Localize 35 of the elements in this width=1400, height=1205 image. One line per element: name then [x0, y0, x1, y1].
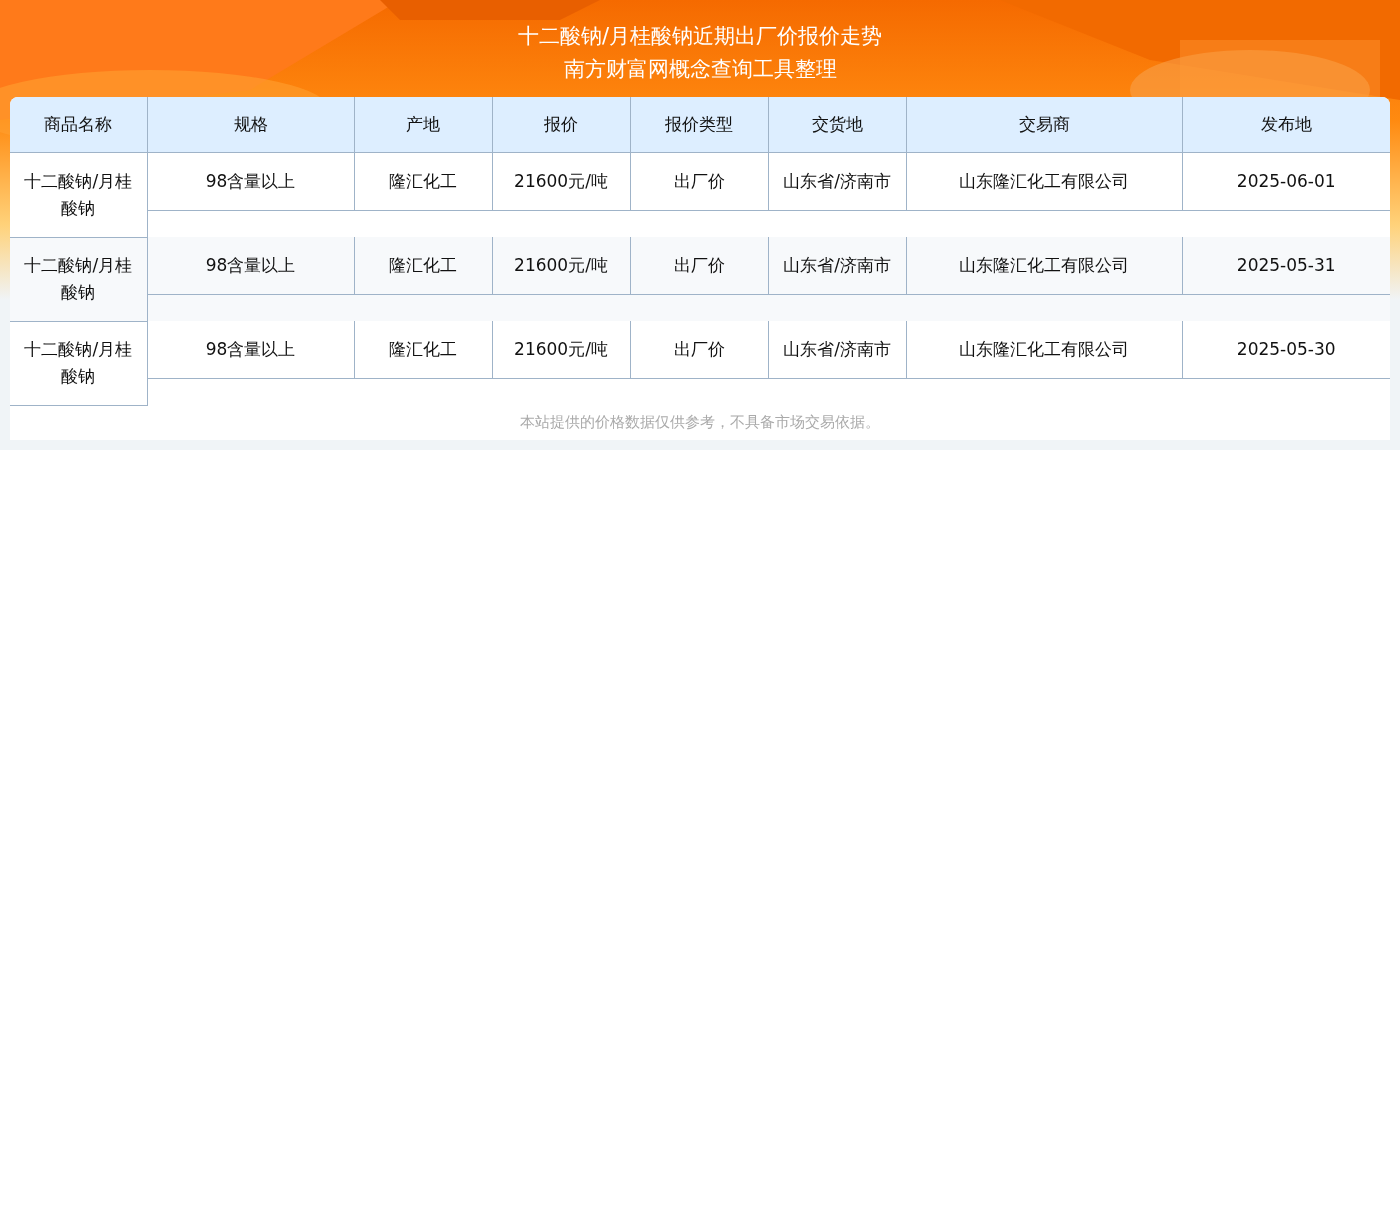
table-cell: 隆汇化工 [354, 237, 492, 295]
page-title: 十二酸钠/月桂酸钠近期出厂价报价走势 [517, 23, 883, 50]
column-header: 交易商 [906, 97, 1182, 153]
table-cell: 山东隆汇化工有限公司 [906, 152, 1182, 211]
table-cell: 隆汇化工 [354, 152, 492, 211]
table-cell: 21600元/吨 [492, 237, 630, 295]
table-cell: 出厂价 [630, 321, 768, 379]
column-header: 报价 [492, 97, 630, 153]
table-cell: 98含量以上 [147, 237, 354, 295]
page-subtitle: 南方财富网概念查询工具整理 [563, 56, 837, 83]
disclaimer-note: 本站提供的价格数据仅供参考，不具备市场交易依据。 [10, 405, 1390, 440]
table-cell: 山东隆汇化工有限公司 [906, 237, 1182, 295]
table-cell: 山东省/济南市 [768, 321, 906, 379]
column-header: 发布地 [1182, 97, 1390, 153]
table-cell: 21600元/吨 [492, 152, 630, 211]
table-cell: 十二酸钠/月桂酸钠 [10, 152, 147, 237]
table-cell: 出厂价 [630, 237, 768, 295]
table-cell: 山东隆汇化工有限公司 [906, 321, 1182, 379]
table-cell: 98含量以上 [147, 152, 354, 211]
column-header: 报价类型 [630, 97, 768, 153]
table-cell: 2025-06-01 [1182, 152, 1390, 211]
table-cell: 十二酸钠/月桂酸钠 [10, 237, 147, 321]
table-cell: 2025-05-30 [1182, 321, 1390, 379]
column-header: 产地 [354, 97, 492, 153]
table-cell: 2025-05-31 [1182, 237, 1390, 295]
table-cell: 山东省/济南市 [768, 152, 906, 211]
table-cell: 98含量以上 [147, 321, 354, 379]
table-cell: 出厂价 [630, 152, 768, 211]
table-cell: 山东省/济南市 [768, 237, 906, 295]
column-header: 交货地 [768, 97, 906, 153]
table-cell: 十二酸钠/月桂酸钠 [10, 321, 147, 405]
table-cell: 隆汇化工 [354, 321, 492, 379]
column-header: 商品名称 [10, 97, 147, 153]
column-header: 规格 [147, 97, 354, 153]
table-cell: 21600元/吨 [492, 321, 630, 379]
